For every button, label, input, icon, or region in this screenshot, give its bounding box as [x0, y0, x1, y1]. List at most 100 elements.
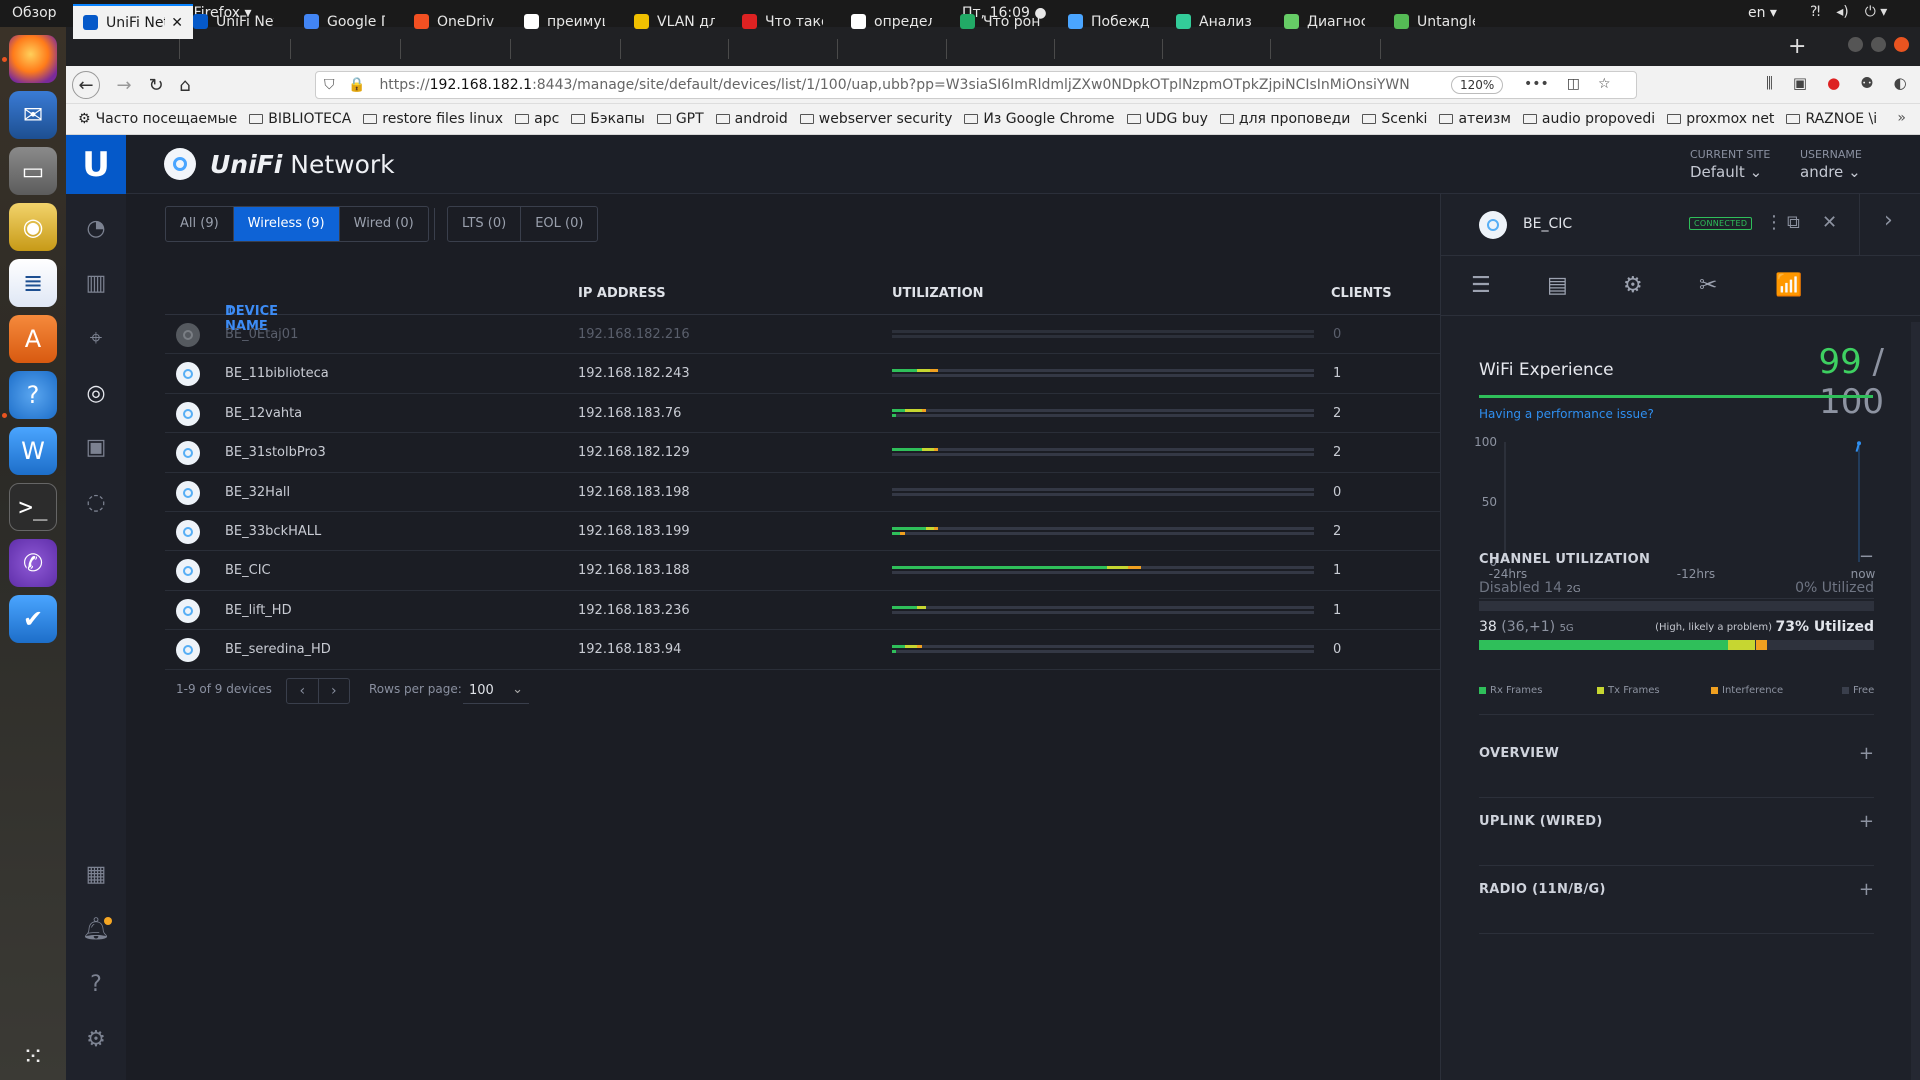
maximize-button[interactable]	[1871, 37, 1886, 52]
filter-button[interactable]: Wired (0)	[340, 207, 428, 241]
volume-icon[interactable]: ◂)	[1836, 4, 1849, 20]
library-icon[interactable]: ⫼	[1766, 74, 1773, 92]
tab[interactable]: Анализ сете	[1166, 4, 1267, 39]
table-row[interactable]: BE_12vahta 192.168.183.76 2	[165, 394, 1440, 434]
new-tab-button[interactable]: +	[1788, 34, 1806, 59]
table-row[interactable]: BE_seredina_HD 192.168.183.94 0	[165, 630, 1440, 670]
bookmark-item[interactable]: apc	[515, 111, 559, 127]
rhythmbox-icon[interactable]: ◉	[9, 203, 57, 251]
bookmark-item[interactable]: Из Google Chrome	[964, 111, 1115, 127]
tracking-shield-icon[interactable]: ⛉	[324, 77, 338, 93]
unifi-logo[interactable]: U	[66, 135, 126, 194]
dashboard-icon[interactable]: ◔	[81, 213, 111, 243]
filter-button[interactable]: All (9)	[166, 207, 234, 241]
close-icon[interactable]: ✕	[1822, 212, 1837, 233]
home-icon[interactable]: ⌂	[173, 73, 197, 97]
bookmark-item[interactable]: webserver security	[799, 111, 952, 127]
expand-icon[interactable]: +	[1859, 743, 1874, 764]
app-grid-icon[interactable]: ⁙	[9, 1033, 57, 1080]
device-name[interactable]: BE_lift_HD	[225, 603, 292, 618]
device-name[interactable]: BE_31stolbPro3	[225, 445, 326, 460]
statistics-icon[interactable]: ▥	[81, 268, 111, 298]
table-row[interactable]: BE_lift_HD 192.168.183.236 1	[165, 591, 1440, 631]
extension-icon[interactable]: ⚉	[1860, 74, 1873, 92]
help-icon[interactable]: ?	[81, 969, 111, 999]
bookmark-item[interactable]: Scenki	[1362, 111, 1427, 127]
panel-section[interactable]: UPLINK (WIRED) +	[1479, 811, 1874, 866]
device-name[interactable]: BE_33bckHALL	[225, 524, 321, 539]
settings-icon[interactable]: ⚙	[81, 1024, 111, 1054]
account-icon[interactable]: ◐	[1894, 74, 1907, 92]
previous-page-button[interactable]: ‹	[287, 679, 319, 703]
forward-button[interactable]	[86, 73, 110, 97]
map-icon[interactable]: ⌖	[81, 323, 111, 353]
tasks-icon[interactable]: ✔	[9, 595, 57, 643]
channel-utilization-title[interactable]: CHANNEL UTILIZATION	[1479, 552, 1650, 567]
device-name[interactable]: BE_32Hall	[225, 485, 290, 500]
software-center-icon[interactable]: A	[9, 315, 57, 363]
forward-arrow-icon[interactable]: →	[112, 73, 136, 97]
events-icon[interactable]: ▦	[81, 859, 111, 889]
system-tray[interactable]: ⁈ ◂) ⏻ ▾	[1810, 4, 1887, 20]
filter-button[interactable]: EOL (0)	[521, 207, 597, 241]
device-name[interactable]: BE_12vahta	[225, 406, 302, 421]
bookmarks-overflow-button[interactable]: »	[1897, 110, 1906, 126]
filter-button[interactable]: LTS (0)	[448, 207, 522, 241]
pocket-icon[interactable]: ◫	[1567, 76, 1580, 92]
tab[interactable]: UniFi Networ	[183, 4, 284, 39]
activities-button[interactable]: Обзор	[12, 5, 57, 21]
performance-issue-link[interactable]: Having a performance issue?	[1479, 407, 1654, 421]
bookmark-item[interactable]: restore files linux	[363, 111, 503, 127]
language-indicator[interactable]: en ▾	[1748, 5, 1777, 21]
clients-icon[interactable]: ▣	[81, 432, 111, 462]
device-name[interactable]: BE_seredina_HD	[225, 642, 331, 657]
reload-icon[interactable]: ↻	[144, 73, 168, 97]
username-selector[interactable]: USERNAME andre ⌄	[1800, 148, 1862, 181]
accessibility-icon[interactable]: ⁈	[1810, 4, 1820, 20]
popout-icon[interactable]: ⧉	[1787, 212, 1800, 233]
next-device-icon[interactable]: ›	[1884, 208, 1893, 233]
expand-icon[interactable]: +	[1859, 879, 1874, 900]
url-bar[interactable]: ⛉ 🔒 https://192.168.182.1:8443/manage/si…	[315, 71, 1637, 99]
section-title[interactable]: UPLINK (WIRED)	[1479, 814, 1603, 829]
devices-icon[interactable]: ◎	[81, 378, 111, 408]
expand-icon[interactable]: +	[1859, 811, 1874, 832]
close-tab-icon[interactable]: ✕	[171, 15, 183, 31]
device-name[interactable]: BE_11biblioteca	[225, 366, 329, 381]
table-row[interactable]: BE_32Hall 192.168.183.198 0	[165, 473, 1440, 512]
tab[interactable]: Google Пере	[294, 4, 395, 39]
tab[interactable]: OneDrive	[404, 4, 505, 39]
collapse-icon[interactable]: −	[1859, 546, 1874, 567]
page-actions-icon[interactable]: •••	[1524, 76, 1549, 92]
tab-clients-icon[interactable]: ▤	[1547, 273, 1568, 298]
filter-button[interactable]: Wireless (9)	[233, 207, 340, 241]
table-row[interactable]: BE_33bckHALL 192.168.183.199 2	[165, 512, 1440, 552]
minimize-button[interactable]	[1848, 37, 1863, 52]
zoom-indicator[interactable]: 120%	[1451, 76, 1504, 94]
bookmark-item[interactable]: audio propovedi	[1522, 111, 1655, 127]
bookmark-item[interactable]: GPT	[656, 111, 704, 127]
files-icon[interactable]: ▭	[9, 147, 57, 195]
tab-details-icon[interactable]: ☰	[1471, 273, 1491, 298]
bookmark-item[interactable]: UDG buy	[1126, 111, 1208, 127]
tab[interactable]: Диагностика	[1274, 4, 1375, 39]
table-row[interactable]: BE_CIC 192.168.183.188 1	[165, 551, 1440, 591]
panel-scrollbar[interactable]	[1911, 322, 1920, 1080]
bookmark-item[interactable]: атеизм	[1439, 111, 1511, 127]
bookmark-item[interactable]: Бэкапы	[571, 111, 645, 127]
terminal-icon[interactable]: >_	[9, 483, 57, 531]
bookmark-item[interactable]: android	[715, 111, 788, 127]
tab-config-icon[interactable]: ⚙	[1623, 273, 1643, 298]
tab[interactable]: преимущест	[514, 4, 615, 39]
section-title[interactable]: RADIO (11N/B/G)	[1479, 882, 1606, 897]
bookmark-item[interactable]: для проповеди	[1219, 111, 1350, 127]
tab[interactable]: определени	[841, 4, 942, 39]
table-row[interactable]: BE_31stolbPro3 192.168.182.129 2	[165, 433, 1440, 473]
wps-icon[interactable]: W	[9, 427, 57, 475]
next-page-button[interactable]: ›	[319, 679, 350, 703]
rows-per-page-select[interactable]: 100 ⌄	[463, 678, 529, 704]
tab[interactable]: Что такое VL	[732, 4, 833, 39]
bookmark-item[interactable]: ⚙ Часто посещаемые	[78, 111, 237, 127]
column-ip-address[interactable]: IP ADDRESS	[578, 286, 666, 301]
power-icon[interactable]: ⏻ ▾	[1865, 4, 1888, 20]
